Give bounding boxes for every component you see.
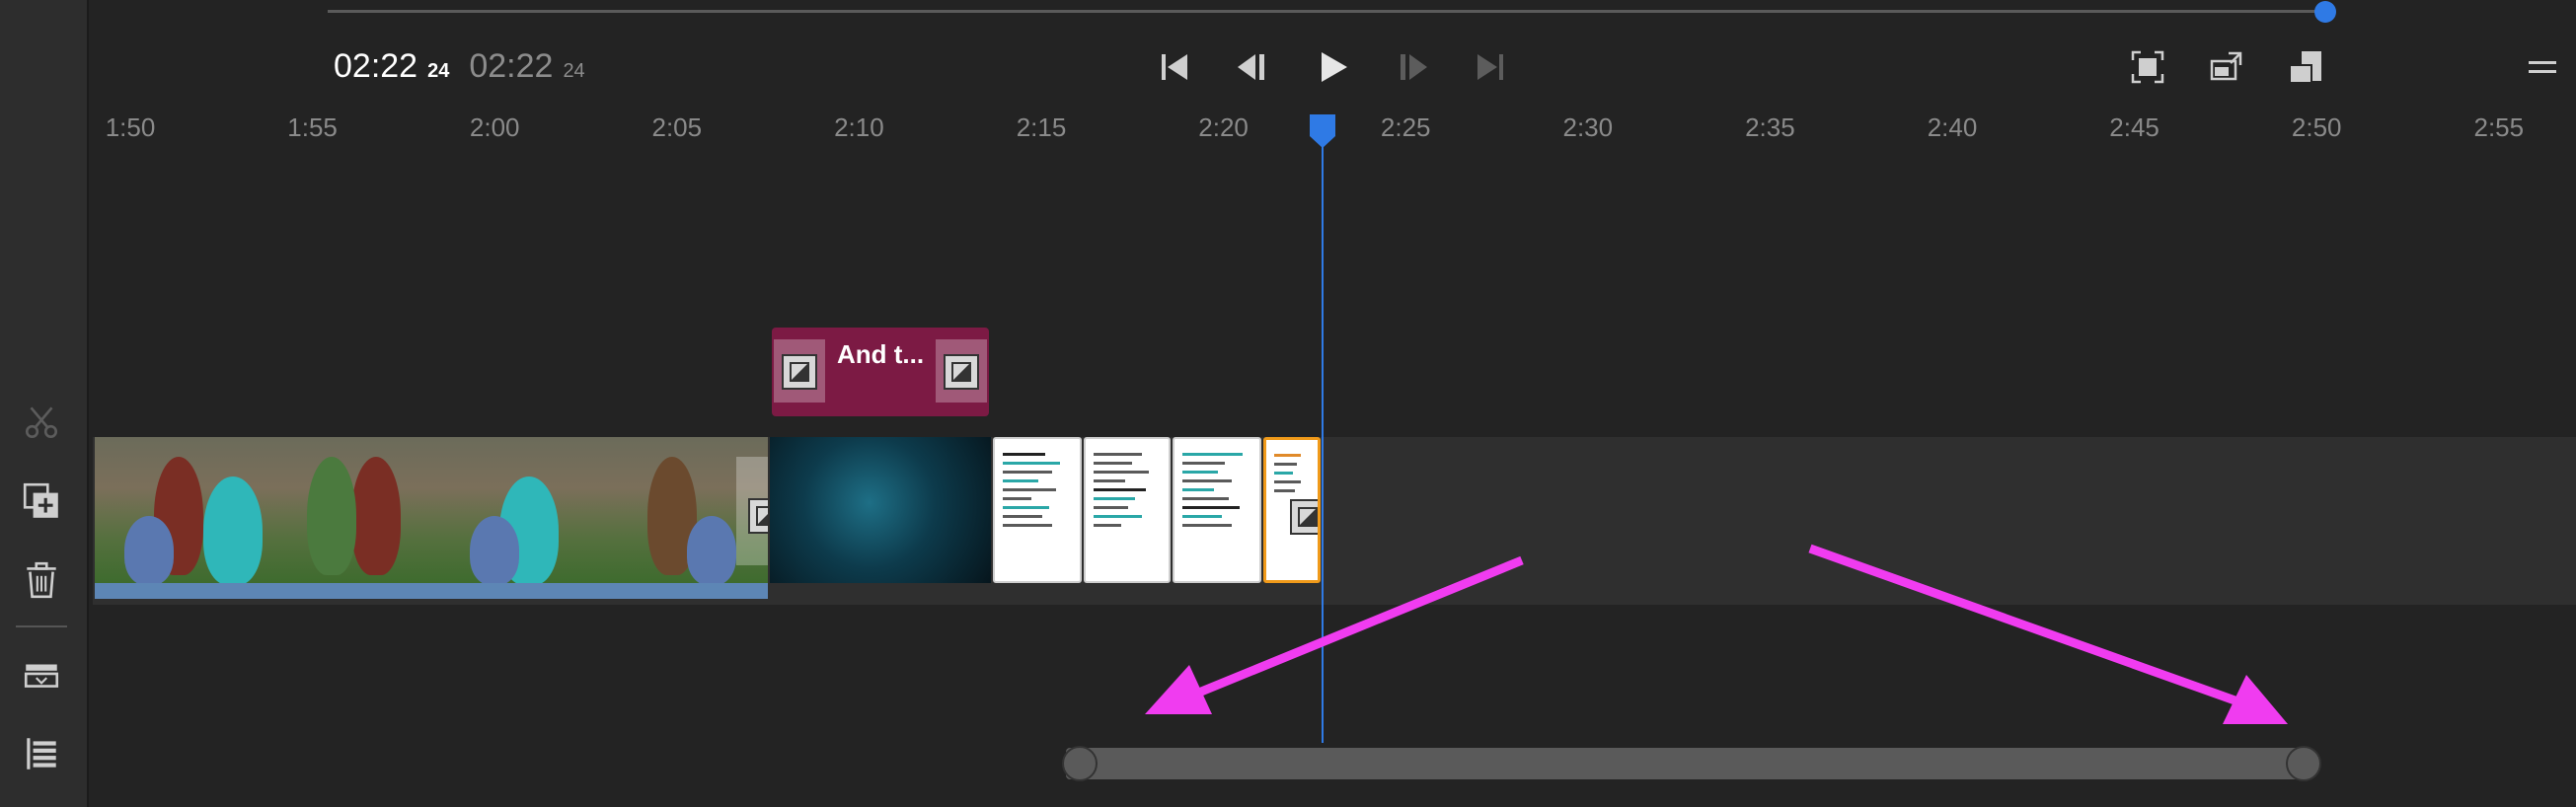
person-figure xyxy=(687,516,736,583)
skip-to-end-button[interactable] xyxy=(1469,45,1512,89)
image-clip-document[interactable] xyxy=(993,437,1082,583)
track-view-button[interactable] xyxy=(18,651,65,698)
track-list-button[interactable] xyxy=(18,730,65,777)
skip-to-start-icon xyxy=(1162,54,1187,80)
loop-icon xyxy=(2210,51,2242,81)
image-clip-selected[interactable] xyxy=(1263,437,1321,583)
ruler-tick-label: 1:55 xyxy=(287,112,338,142)
video-clip-family[interactable] xyxy=(95,437,768,583)
delete-clip-button[interactable] xyxy=(18,556,65,604)
person-figure xyxy=(203,477,263,583)
video-track xyxy=(93,437,2576,605)
ruler-tick-label: 2:15 xyxy=(1016,112,1067,142)
audio-waveform xyxy=(95,583,768,599)
zoom-handle-left[interactable] xyxy=(1062,746,1098,781)
video-clip-background[interactable] xyxy=(770,437,991,583)
preview-scrubber-track[interactable] xyxy=(328,10,2325,13)
document-thumbnail xyxy=(1182,447,1253,575)
fit-to-screen-button[interactable] xyxy=(2126,45,2169,89)
step-forward-icon xyxy=(1401,54,1427,80)
step-forward-button[interactable] xyxy=(1390,45,1433,89)
title-clip[interactable]: And t... xyxy=(772,328,989,416)
document-thumbnail xyxy=(1094,447,1163,575)
trash-icon xyxy=(27,561,56,599)
scissors-icon xyxy=(25,406,58,439)
person-figure xyxy=(351,457,401,575)
playhead-handle[interactable] xyxy=(1308,112,1337,150)
ruler-tick-label: 2:35 xyxy=(1745,112,1795,142)
toolbar-divider xyxy=(16,625,67,627)
left-toolbar xyxy=(0,0,89,807)
picture-in-picture-button[interactable] xyxy=(2284,45,2327,89)
menu-icon xyxy=(2529,61,2556,73)
track-list-icon xyxy=(27,738,56,770)
arrow-right-head-icon xyxy=(2223,675,2288,724)
ruler-tick-label: 2:45 xyxy=(2109,112,2159,142)
document-thumbnail xyxy=(1003,447,1074,575)
picture-in-picture-icon xyxy=(2289,51,2321,84)
ruler-tick-label: 1:50 xyxy=(105,112,156,142)
split-clip-button[interactable] xyxy=(18,399,65,446)
menu-button[interactable] xyxy=(2521,45,2564,89)
skip-to-end-icon xyxy=(1477,54,1503,80)
timecode-display: 02:22 24 02:22 24 xyxy=(334,47,585,86)
skip-to-start-button[interactable] xyxy=(1153,45,1196,89)
loop-button[interactable] xyxy=(2205,45,2248,89)
ruler-tick-label: 2:25 xyxy=(1380,112,1431,142)
ruler-tick-label: 2:55 xyxy=(2473,112,2525,142)
step-back-icon xyxy=(1238,54,1264,80)
person-figure xyxy=(470,516,519,583)
add-media-icon xyxy=(23,482,58,518)
ruler-tick-label: 2:10 xyxy=(834,112,884,142)
track-view-icon xyxy=(24,664,59,688)
transition-right-icon[interactable] xyxy=(944,354,979,390)
preview-scrubber-thumb[interactable] xyxy=(2314,1,2336,23)
timeline-zoom-bar[interactable] xyxy=(1066,748,2306,779)
ruler-tick-label: 2:30 xyxy=(1562,112,1614,142)
add-media-button[interactable] xyxy=(18,477,65,525)
transition-icon[interactable] xyxy=(748,498,768,534)
fit-to-screen-icon xyxy=(2131,50,2164,84)
step-back-button[interactable] xyxy=(1232,45,1275,89)
image-clip-document[interactable] xyxy=(1084,437,1171,583)
image-clip-document[interactable] xyxy=(1173,437,1261,583)
ruler-tick-label: 2:40 xyxy=(1927,112,1978,142)
total-duration: 02:22 xyxy=(469,47,554,85)
play-icon xyxy=(1322,52,1347,82)
arrow-left-head-icon xyxy=(1145,665,1212,714)
duration-frame: 24 xyxy=(563,60,585,82)
ruler-tick-label: 2:05 xyxy=(651,112,703,142)
playhead-line xyxy=(1322,126,1324,743)
ruler-tick-label: 2:20 xyxy=(1198,112,1249,142)
current-frame: 24 xyxy=(427,60,450,82)
play-button[interactable] xyxy=(1311,45,1354,89)
zoom-handle-right[interactable] xyxy=(2286,746,2321,781)
transition-icon[interactable] xyxy=(1290,499,1318,535)
person-figure xyxy=(124,516,174,583)
current-time: 02:22 xyxy=(334,47,418,85)
ruler-tick-label: 2:00 xyxy=(469,112,520,142)
ruler-tick-label: 2:50 xyxy=(2291,112,2342,142)
person-figure xyxy=(307,457,356,575)
